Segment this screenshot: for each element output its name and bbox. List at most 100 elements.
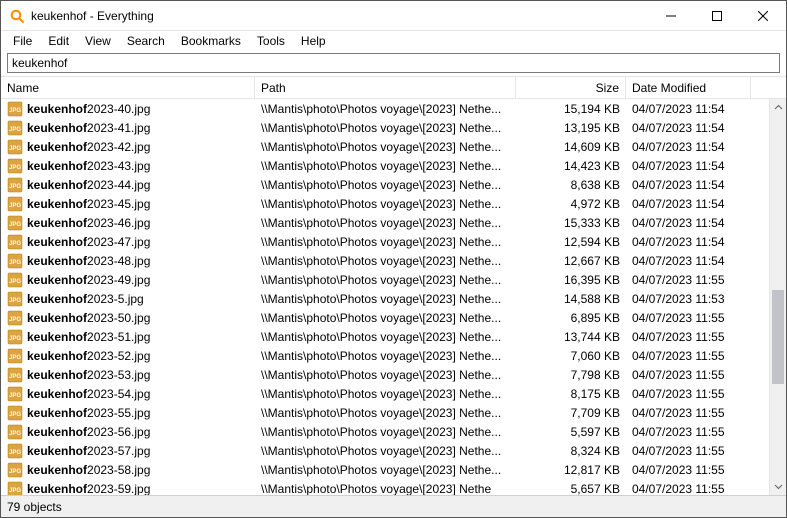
- cell-size: 16,395 KB: [516, 273, 626, 287]
- cell-size: 14,423 KB: [516, 159, 626, 173]
- cell-size: 14,588 KB: [516, 292, 626, 306]
- svg-text:JPG: JPG: [9, 279, 21, 285]
- table-row[interactable]: JPGkeukenhof2023-44.jpg\\Mantis\photo\Ph…: [1, 175, 769, 194]
- cell-path: \\Mantis\photo\Photos voyage\[2023] Neth…: [255, 406, 516, 420]
- svg-text:JPG: JPG: [9, 127, 21, 133]
- jpg-file-icon: JPG: [7, 348, 23, 364]
- jpg-file-icon: JPG: [7, 101, 23, 117]
- close-button[interactable]: [740, 1, 786, 31]
- cell-name: JPG keukenhof2023-50.jpg: [1, 310, 255, 326]
- svg-text:JPG: JPG: [9, 203, 21, 209]
- svg-text:JPG: JPG: [9, 431, 21, 437]
- cell-size: 15,194 KB: [516, 102, 626, 116]
- jpg-file-icon: JPG: [7, 272, 23, 288]
- cell-path: \\Mantis\photo\Photos voyage\[2023] Neth…: [255, 235, 516, 249]
- table-row[interactable]: JPGkeukenhof2023-48.jpg\\Mantis\photo\Ph…: [1, 251, 769, 270]
- table-row[interactable]: JPGkeukenhof2023-55.jpg\\Mantis\photo\Ph…: [1, 403, 769, 422]
- cell-date: 04/07/2023 11:55: [626, 463, 751, 477]
- jpg-file-icon: JPG: [7, 443, 23, 459]
- cell-path: \\Mantis\photo\Photos voyage\[2023] Neth…: [255, 349, 516, 363]
- file-name: keukenhof2023-51.jpg: [27, 330, 150, 344]
- table-row[interactable]: JPGkeukenhof2023-53.jpg\\Mantis\photo\Ph…: [1, 365, 769, 384]
- table-row[interactable]: JPGkeukenhof2023-40.jpg\\Mantis\photo\Ph…: [1, 99, 769, 118]
- svg-text:JPG: JPG: [9, 374, 21, 380]
- table-row[interactable]: JPGkeukenhof2023-57.jpg\\Mantis\photo\Ph…: [1, 441, 769, 460]
- jpg-file-icon: JPG: [7, 405, 23, 421]
- header-name[interactable]: Name: [1, 77, 255, 98]
- jpg-file-icon: JPG: [7, 310, 23, 326]
- table-row[interactable]: JPGkeukenhof2023-43.jpg\\Mantis\photo\Ph…: [1, 156, 769, 175]
- jpg-file-icon: JPG: [7, 234, 23, 250]
- svg-text:JPG: JPG: [9, 336, 21, 342]
- menu-search[interactable]: Search: [119, 32, 173, 50]
- cell-date: 04/07/2023 11:55: [626, 387, 751, 401]
- table-row[interactable]: JPGkeukenhof2023-50.jpg\\Mantis\photo\Ph…: [1, 308, 769, 327]
- table-row[interactable]: JPGkeukenhof2023-56.jpg\\Mantis\photo\Ph…: [1, 422, 769, 441]
- table-row[interactable]: JPGkeukenhof2023-47.jpg\\Mantis\photo\Ph…: [1, 232, 769, 251]
- table-row[interactable]: JPGkeukenhof2023-41.jpg\\Mantis\photo\Ph…: [1, 118, 769, 137]
- menu-bookmarks[interactable]: Bookmarks: [173, 32, 249, 50]
- cell-name: JPGkeukenhof2023-49.jpg: [1, 272, 255, 288]
- menu-edit[interactable]: Edit: [40, 32, 77, 50]
- cell-path: \\Mantis\photo\Photos voyage\[2023] Neth…: [255, 292, 516, 306]
- maximize-button[interactable]: [694, 1, 740, 31]
- table-row[interactable]: JPGkeukenhof2023-42.jpg\\Mantis\photo\Ph…: [1, 137, 769, 156]
- cell-date: 04/07/2023 11:53: [626, 292, 751, 306]
- results-list[interactable]: JPGkeukenhof2023-40.jpg \\Mantis\photo\Ph…: [1, 99, 769, 495]
- table-row[interactable]: JPGkeukenhof2023-52.jpg\\Mantis\photo\Ph…: [1, 346, 769, 365]
- cell-size: 7,060 KB: [516, 349, 626, 363]
- svg-text:JPG: JPG: [9, 146, 21, 152]
- window-title: keukenhof - Everything: [31, 9, 154, 23]
- file-name: keukenhof2023-50.jpg: [27, 311, 150, 325]
- cell-path: \\Mantis\photo\Photos voyage\[2023] Neth…: [255, 425, 516, 439]
- scroll-up-button[interactable]: [770, 99, 786, 116]
- cell-name: JPGkeukenhof2023-43.jpg: [1, 158, 255, 174]
- file-name: keukenhof2023-57.jpg: [27, 444, 150, 458]
- jpg-file-icon: JPG: [7, 291, 23, 307]
- status-text: 79 objects: [7, 500, 62, 514]
- cell-name: JPGkeukenhof2023-52.jpg: [1, 348, 255, 364]
- header-size[interactable]: Size: [516, 77, 626, 98]
- header-date[interactable]: Date Modified: [626, 77, 751, 98]
- vertical-scrollbar[interactable]: [769, 99, 786, 495]
- table-row[interactable]: JPG keukenhof2023-5.jpg \\Mantis\photo\Pho…: [1, 289, 769, 308]
- file-name: keukenhof2023-46.jpg: [27, 216, 150, 230]
- table-row[interactable]: JPGkeukenhof2023-46.jpg\\Mantis\photo\Ph…: [1, 213, 769, 232]
- menubar: File Edit View Search Bookmarks Tools He…: [1, 31, 786, 50]
- header-path[interactable]: Path: [255, 77, 516, 98]
- svg-text:JPG: JPG: [9, 412, 21, 418]
- scroll-thumb[interactable]: [772, 290, 784, 384]
- scroll-track[interactable]: [770, 116, 786, 478]
- table-row[interactable]: JPGkeukenhof2023-49.jpg\\Mantis\photo\Ph…: [1, 270, 769, 289]
- scroll-down-button[interactable]: [770, 478, 786, 495]
- table-row[interactable]: JPGkeukenhof2023-54.jpg\\Mantis\photo\Ph…: [1, 384, 769, 403]
- cell-name: JPGkeukenhof2023-40.jpg: [1, 101, 255, 117]
- menu-help[interactable]: Help: [293, 32, 334, 50]
- file-name: keukenhof2023-58.jpg: [27, 463, 150, 477]
- table-row[interactable]: JPGkeukenhof2023-45.jpg\\Mantis\photo\Ph…: [1, 194, 769, 213]
- jpg-file-icon: JPG: [7, 120, 23, 136]
- header-spacer: [751, 77, 786, 98]
- cell-date: 04/07/2023 11:55: [626, 330, 751, 344]
- cell-date: 04/07/2023 11:54: [626, 197, 751, 211]
- cell-date: 04/07/2023 11:55: [626, 482, 751, 496]
- cell-name: JPGkeukenhof2023-46.jpg: [1, 215, 255, 231]
- cell-date: 04/07/2023 11:55: [626, 425, 751, 439]
- file-name: keukenhof2023-42.jpg: [27, 140, 150, 154]
- table-row[interactable]: JPGkeukenhof2023-51.jpg\\Mantis\photo\Ph…: [1, 327, 769, 346]
- titlebar[interactable]: keukenhof - Everything: [1, 1, 786, 31]
- menu-file[interactable]: File: [5, 32, 40, 50]
- search-input[interactable]: [7, 53, 780, 73]
- menu-view[interactable]: View: [77, 32, 119, 50]
- cell-size: 6,895 KB: [516, 311, 626, 325]
- file-name: keukenhof2023-5.jpg: [27, 292, 144, 306]
- file-name: keukenhof2023-43.jpg: [27, 159, 150, 173]
- svg-text:JPG: JPG: [9, 298, 21, 304]
- file-name: keukenhof2023-45.jpg: [27, 197, 150, 211]
- minimize-button[interactable]: [648, 1, 694, 31]
- menu-tools[interactable]: Tools: [249, 32, 293, 50]
- cell-date: 04/07/2023 11:54: [626, 216, 751, 230]
- table-row[interactable]: JPGkeukenhof2023-58.jpg\\Mantis\photo\Ph…: [1, 460, 769, 479]
- cell-size: 8,638 KB: [516, 178, 626, 192]
- table-row[interactable]: JPGkeukenhof2023-59.jpg\\Mantis\photo\Ph…: [1, 479, 769, 495]
